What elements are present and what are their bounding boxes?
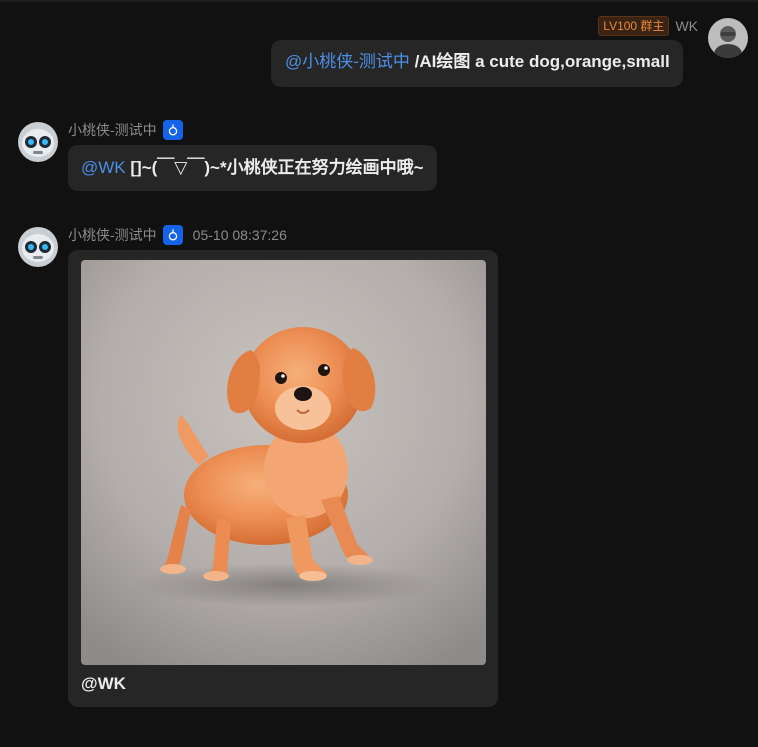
sender-name[interactable]: 小桃侠-测试中: [68, 225, 157, 245]
message-text: []~(￣▽￣)~*小桃侠正在努力绘画中哦~: [125, 158, 424, 177]
bot-avatar[interactable]: [18, 122, 58, 162]
bot-message-meta: 小桃侠-测试中: [68, 120, 183, 140]
self-message-meta: LV100 群主 WK: [598, 16, 698, 36]
message-text: /AI绘图 a cute dog,orange,small: [409, 52, 670, 71]
image-message-bubble[interactable]: @WK: [68, 250, 498, 707]
message-timestamp: 05-10 08:37:26: [192, 227, 287, 243]
bot-badge-icon: [162, 225, 183, 245]
image-caption-mention[interactable]: @WK: [81, 670, 126, 698]
mention-link[interactable]: @小桃侠-测试中: [285, 52, 410, 71]
generated-dog-image[interactable]: [81, 260, 486, 665]
bot-reply-bubble[interactable]: @WK []~(￣▽￣)~*小桃侠正在努力绘画中哦~: [68, 145, 437, 191]
user-avatar[interactable]: [708, 18, 748, 58]
self-message-bubble[interactable]: @小桃侠-测试中 /AI绘图 a cute dog,orange,small: [271, 40, 683, 87]
bot-image-message-meta: 小桃侠-测试中 05-10 08:37:26: [68, 225, 287, 245]
mention-link[interactable]: @WK: [81, 158, 126, 177]
bot-avatar[interactable]: [18, 227, 58, 267]
sender-name[interactable]: WK: [675, 18, 698, 34]
role-badge: LV100 群主: [598, 16, 670, 36]
top-divider: [0, 0, 758, 2]
sender-name[interactable]: 小桃侠-测试中: [68, 120, 157, 140]
bot-badge-icon: [162, 120, 183, 140]
